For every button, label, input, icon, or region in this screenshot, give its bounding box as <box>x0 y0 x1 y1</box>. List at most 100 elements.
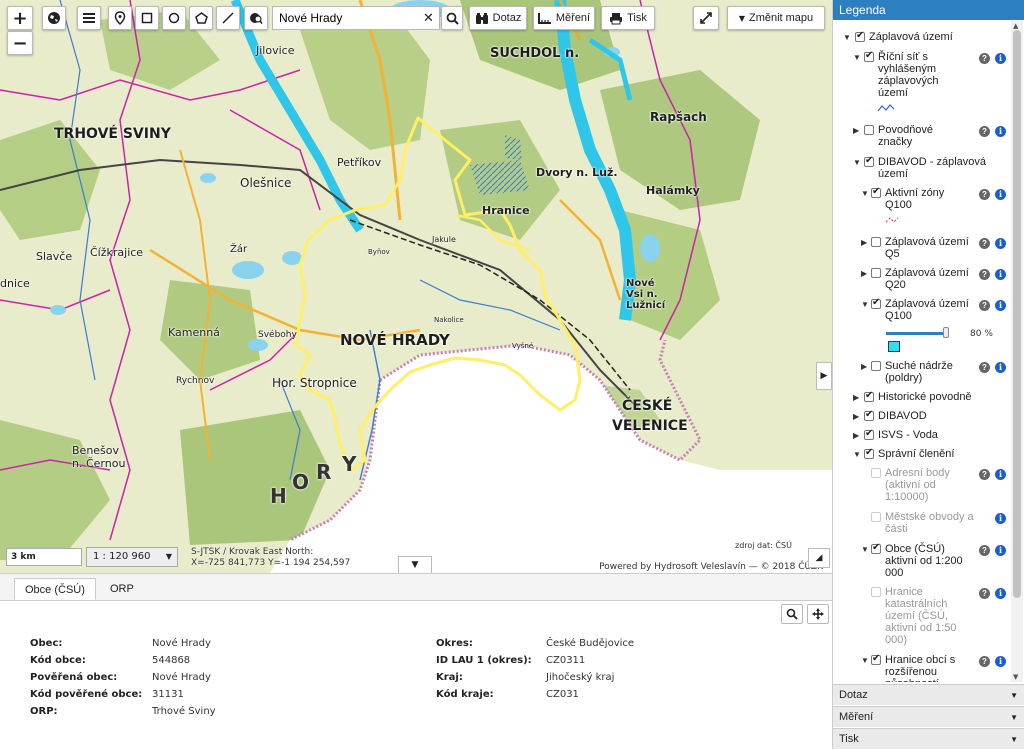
info-icon[interactable]: i <box>995 545 1006 556</box>
layer-checkbox[interactable] <box>864 409 874 421</box>
clear-search-icon[interactable]: ✕ <box>423 11 434 26</box>
info-icon[interactable]: i <box>995 656 1006 667</box>
layer-checkbox[interactable] <box>871 268 881 278</box>
help-icon[interactable]: ? <box>979 588 990 599</box>
map-canvas[interactable]: SUCHDOL n. TRHOVÉ SVINY Petříkov Olešnic… <box>0 0 832 573</box>
expand-right-icon[interactable]: ▶ <box>861 237 867 249</box>
layers-menu-button[interactable] <box>77 6 101 30</box>
expand-right-icon[interactable]: ▶ <box>853 430 859 442</box>
layer-checkbox[interactable] <box>855 30 865 42</box>
globe-button[interactable] <box>42 6 66 30</box>
expand-down-icon[interactable]: ▼ <box>861 299 869 311</box>
legend-item-zaplavova-q100[interactable]: ▼ Záplavová území Q100 ? i <box>833 297 1011 324</box>
layer-checkbox[interactable] <box>871 512 881 522</box>
tab-obce[interactable]: Obce (ČSÚ) <box>14 578 96 600</box>
expand-right-icon[interactable]: ▶ <box>853 392 859 404</box>
layer-checkbox[interactable] <box>871 468 881 478</box>
info-icon[interactable]: i <box>995 300 1006 311</box>
legend-item-dibavod-zaplavova[interactable]: ▼ DIBAVOD - záplavová území <box>833 155 1011 182</box>
legend-item-historicke-povodne[interactable]: ▶ Historické povodně <box>833 390 1011 405</box>
legend-item-povodnove-znacky[interactable]: ▶ Povodňové značky ? i <box>833 124 1011 150</box>
layer-checkbox[interactable] <box>871 653 881 665</box>
accordion-query[interactable]: Dotaz ▼ <box>833 684 1024 705</box>
draw-circle-button[interactable] <box>162 6 186 30</box>
info-icon[interactable]: i <box>995 126 1006 137</box>
legend-item-aktivni-zony[interactable]: ▼ Aktivní zóny Q100 ? i <box>833 186 1011 213</box>
search-box[interactable]: ✕ <box>272 6 440 30</box>
scroll-up-icon[interactable]: ▲ <box>1013 22 1018 30</box>
legend-item-adresni-body[interactable]: Adresní body (aktivní od 1:10000) ? i <box>833 467 1011 505</box>
expand-down-icon[interactable]: ▼ <box>853 449 861 461</box>
info-icon[interactable]: i <box>995 362 1006 373</box>
search-button[interactable] <box>441 6 463 30</box>
accordion-measure[interactable]: Měření ▼ <box>833 706 1024 727</box>
bottom-panel-toggle[interactable]: ▼ <box>398 556 432 573</box>
expand-down-icon[interactable]: ▼ <box>861 188 869 200</box>
legend-item-dibavod[interactable]: ▶ DIBAVOD <box>833 409 1011 424</box>
expand-down-icon[interactable]: ▼ <box>861 544 869 556</box>
measure-tool-button[interactable]: Měření <box>533 6 595 30</box>
layer-checkbox[interactable] <box>864 390 874 402</box>
layer-checkbox[interactable] <box>871 542 881 554</box>
layer-checkbox[interactable] <box>864 155 874 167</box>
legend-item-zaplavova-uzemi[interactable]: ▼ Záplavová území <box>833 30 1011 45</box>
sidebar-toggle-button[interactable]: ▶ <box>816 362 832 390</box>
info-icon[interactable]: i <box>995 588 1006 599</box>
help-icon[interactable]: ? <box>979 189 990 200</box>
zoom-to-feature-button[interactable] <box>781 604 803 624</box>
help-icon[interactable]: ? <box>979 238 990 249</box>
help-icon[interactable]: ? <box>979 656 990 667</box>
print-button[interactable]: Tisk <box>601 6 655 30</box>
info-icon[interactable]: i <box>995 469 1006 480</box>
legend-item-zaplavova-q5[interactable]: ▶ Záplavová území Q5 ? i <box>833 236 1011 262</box>
legend-item-suche-nadrze[interactable]: ▶ Suché nádrže (poldry) ? i <box>833 360 1011 386</box>
legend-item-mestske-obvody[interactable]: Městské obvody a části i <box>833 511 1011 537</box>
fullscreen-button[interactable] <box>693 6 719 30</box>
expand-right-icon[interactable]: ▶ <box>853 125 859 137</box>
legend-scrollbar-thumb[interactable] <box>1013 30 1021 598</box>
help-icon[interactable]: ? <box>979 362 990 373</box>
layer-checkbox[interactable] <box>864 447 874 459</box>
layer-checkbox[interactable] <box>864 428 874 440</box>
info-icon[interactable]: i <box>995 513 1006 524</box>
zoom-out-button[interactable]: − <box>7 31 33 55</box>
legend-item-hranice-katastralnich[interactable]: Hranice katastrálních území (ČSÚ, aktivn… <box>833 586 1011 646</box>
zoom-in-button[interactable]: + <box>7 6 33 30</box>
expand-down-icon[interactable]: ▼ <box>861 655 869 667</box>
legend-item-spravni-cleneni[interactable]: ▼ Správní členění <box>833 447 1011 462</box>
help-icon[interactable]: ? <box>979 469 990 480</box>
info-icon[interactable]: i <box>995 189 1006 200</box>
legend-item-zaplavova-q20[interactable]: ▶ Záplavová území Q20 ? i <box>833 267 1011 293</box>
expand-right-icon[interactable]: ▶ <box>861 268 867 280</box>
pan-to-feature-button[interactable] <box>807 604 829 624</box>
query-tool-button[interactable]: Dotaz <box>469 6 527 30</box>
layer-checkbox[interactable] <box>871 297 881 309</box>
legend-header[interactable]: Legenda <box>833 0 1024 20</box>
help-icon[interactable]: ? <box>979 269 990 280</box>
expand-down-icon[interactable]: ▼ <box>853 157 861 169</box>
search-input[interactable] <box>273 10 421 26</box>
layer-checkbox[interactable] <box>864 50 874 62</box>
legend-item-obce-csu[interactable]: ▼ Obce (ČSÚ) aktivní od 1:200 000 ? i <box>833 542 1011 581</box>
scale-select[interactable]: 1 : 120 960 ▼ <box>86 547 178 567</box>
help-icon[interactable]: ? <box>979 300 990 311</box>
tab-orp[interactable]: ORP <box>100 578 144 600</box>
layer-checkbox[interactable] <box>871 361 881 371</box>
layer-checkbox[interactable] <box>864 125 874 135</box>
scroll-down-icon[interactable]: ▼ <box>1013 673 1018 681</box>
layer-checkbox[interactable] <box>871 237 881 247</box>
accordion-print[interactable]: Tisk ▼ <box>833 728 1024 749</box>
expand-right-icon[interactable]: ▶ <box>853 411 859 423</box>
expand-down-icon[interactable]: ▼ <box>853 52 861 64</box>
legend-item-ricni-sit[interactable]: ▼ Říční síť s vyhlášeným záplavových úze… <box>833 50 1011 99</box>
overview-toggle-button[interactable]: ◢ <box>808 548 830 568</box>
expand-right-icon[interactable]: ▶ <box>861 361 867 373</box>
opacity-slider-handle[interactable] <box>943 327 949 338</box>
change-map-button[interactable]: ▼ Změnit mapu <box>727 6 825 30</box>
help-icon[interactable]: ? <box>979 53 990 64</box>
draw-rectangle-button[interactable] <box>135 6 159 30</box>
help-icon[interactable]: ? <box>979 545 990 556</box>
draw-line-button[interactable] <box>216 6 240 30</box>
expand-down-icon[interactable]: ▼ <box>843 32 851 44</box>
opacity-slider[interactable] <box>886 332 946 335</box>
